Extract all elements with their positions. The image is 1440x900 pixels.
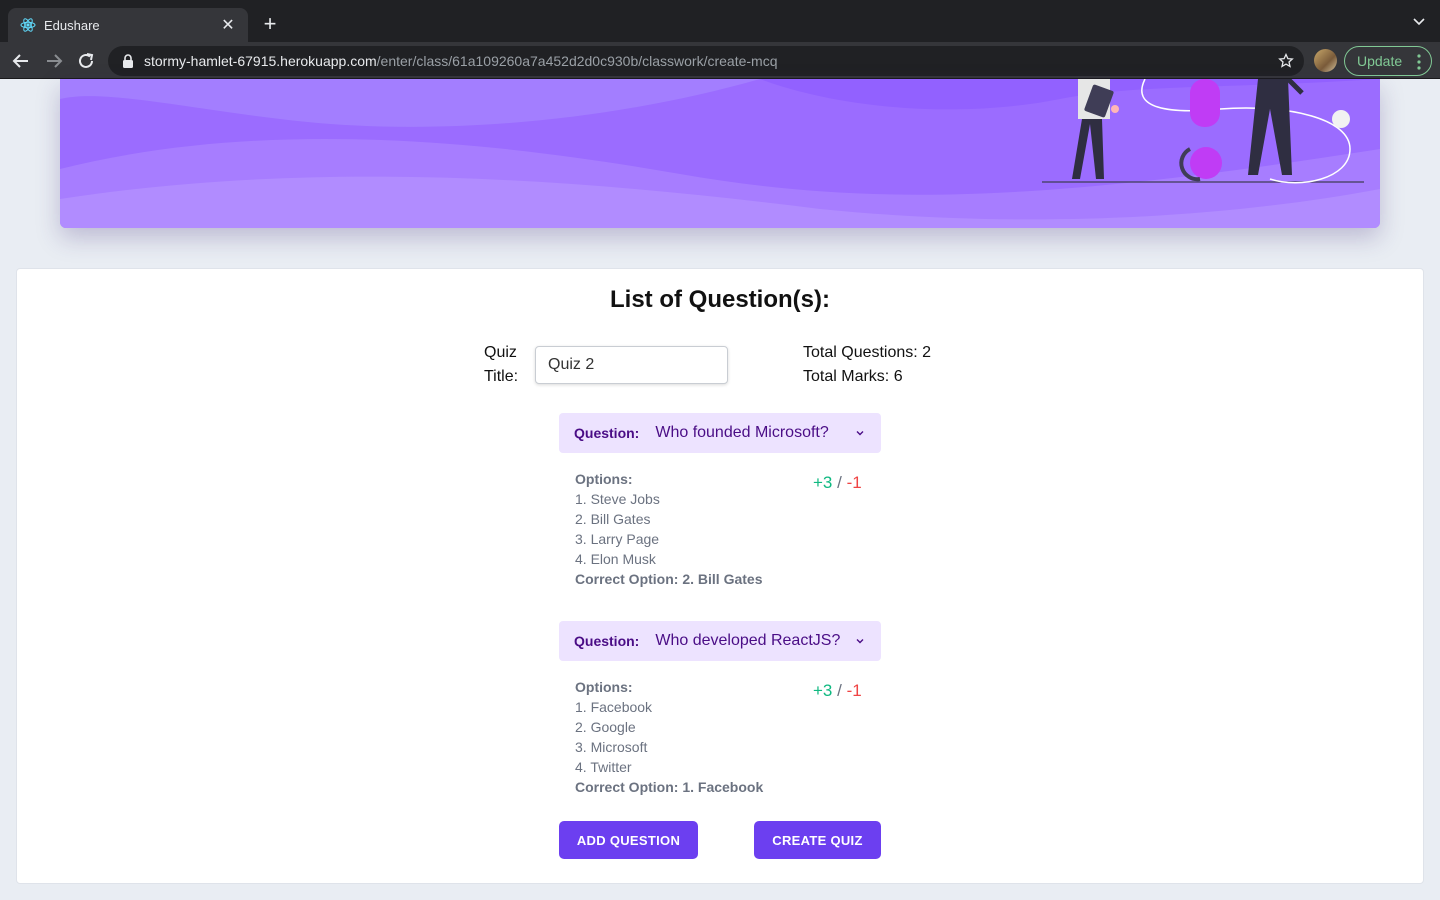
option-item: 3. Larry Page [575, 531, 660, 547]
question-marks: +3 / -1 [813, 681, 862, 701]
question-marks: +3 / -1 [813, 473, 862, 493]
question-text: Who founded Microsoft? [655, 424, 829, 441]
browser-tabbar: Edushare ✕ + [0, 0, 1440, 42]
browser-tab[interactable]: Edushare ✕ [8, 8, 248, 42]
negative-marks: -1 [846, 681, 862, 700]
marks-separator: / [837, 681, 842, 700]
negative-marks: -1 [846, 473, 862, 492]
correct-option: Correct Option: 1. Facebook [575, 779, 764, 795]
question-accordion[interactable]: Question: Who founded Microsoft? [559, 413, 881, 453]
positive-marks: +3 [813, 473, 833, 492]
question-label: Question: [574, 633, 640, 649]
option-item: 4. Twitter [575, 759, 632, 775]
page-title: List of Question(s): [610, 286, 830, 313]
lock-icon [123, 54, 133, 68]
url-path: /enter/class/61a109260a7a452d2d0c930b/cl… [376, 53, 778, 69]
question-text: Who developed ReactJS? [655, 632, 841, 649]
add-question-button[interactable]: ADD QUESTION [559, 821, 698, 859]
hero-illustration [60, 79, 1380, 228]
option-item: 3. Microsoft [575, 739, 648, 755]
tab-title: Edushare [44, 17, 100, 33]
new-tab-icon[interactable]: + [258, 12, 282, 36]
hero-banner [60, 79, 1380, 228]
positive-marks: +3 [813, 681, 833, 700]
chevron-down-icon[interactable] [854, 635, 866, 647]
option-item: 2. Bill Gates [575, 511, 651, 527]
quiz-title-input[interactable] [535, 346, 728, 384]
forward-arrow-icon[interactable] [43, 50, 65, 72]
update-button[interactable]: Update [1344, 46, 1432, 76]
marks-separator: / [837, 473, 842, 492]
total-marks: Total Marks: 6 [803, 368, 903, 385]
quiz-title-label: Quiz Title: [484, 344, 519, 385]
close-tab-icon[interactable]: ✕ [220, 15, 236, 35]
create-quiz-button[interactable]: CREATE QUIZ [754, 821, 881, 859]
total-questions: Total Questions: 2 [803, 344, 932, 361]
reload-icon[interactable] [75, 50, 97, 72]
chevron-down-icon[interactable] [854, 427, 866, 439]
browser-toolbar: stormy-hamlet-67915.herokuapp.com/enter/… [0, 42, 1440, 79]
question-label: Question: [574, 425, 640, 441]
url-host: stormy-hamlet-67915.herokuapp.com [144, 53, 377, 69]
quiz-totals: Total Questions: 2 Total Marks: 6 [803, 341, 931, 389]
react-icon [20, 18, 36, 32]
option-item: 4. Elon Musk [575, 551, 656, 567]
option-item: 2. Google [575, 719, 636, 735]
back-arrow-icon[interactable] [10, 50, 32, 72]
tab-search-chevron-icon[interactable] [1412, 14, 1426, 28]
profile-avatar[interactable] [1314, 49, 1337, 72]
more-vert-icon[interactable] [1417, 54, 1421, 70]
address-bar[interactable]: stormy-hamlet-67915.herokuapp.com/enter/… [108, 46, 1304, 76]
update-label: Update [1357, 53, 1403, 69]
bookmark-star-icon[interactable] [1278, 53, 1294, 69]
correct-option: Correct Option: 2. Bill Gates [575, 571, 763, 587]
question-accordion[interactable]: Question: Who developed ReactJS? [559, 621, 881, 661]
